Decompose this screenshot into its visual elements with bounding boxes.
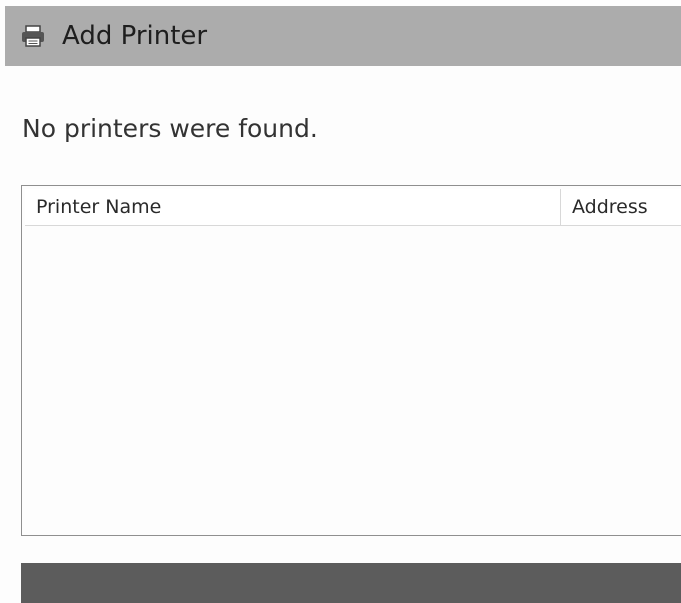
list-body (22, 226, 681, 535)
column-header-printer-name[interactable]: Printer Name (25, 189, 561, 225)
title-bar: Add Printer (5, 6, 681, 66)
column-header-address[interactable]: Address (561, 189, 681, 225)
add-printer-window: Add Printer No printers were found. Prin… (0, 0, 681, 603)
printer-icon (18, 21, 48, 51)
no-printers-message: No printers were found. (22, 114, 318, 143)
list-header: Printer Name Address (25, 189, 681, 226)
bottom-bar (21, 563, 681, 603)
window-title: Add Printer (62, 21, 208, 51)
printer-list[interactable]: Printer Name Address (21, 185, 681, 536)
